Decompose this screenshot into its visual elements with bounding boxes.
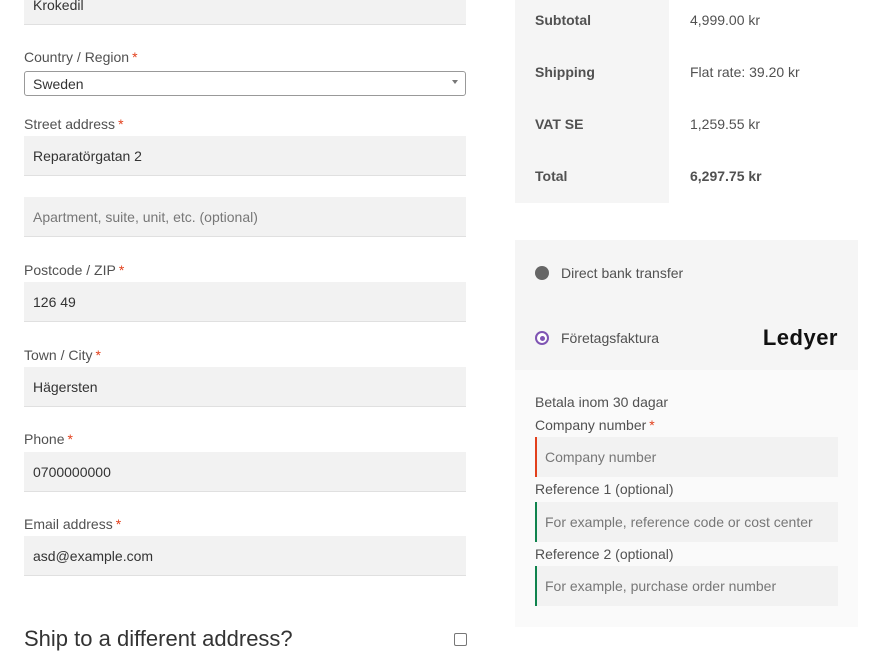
city-label: Town / City * bbox=[24, 347, 101, 363]
payment-description: Betala inom 30 dagar bbox=[535, 394, 669, 410]
subtotal-value: 4,999.00 kr bbox=[690, 12, 761, 28]
reference1-label: Reference 1 (optional) bbox=[535, 481, 674, 497]
country-value: Sweden bbox=[33, 75, 84, 92]
reference2-label: Reference 2 (optional) bbox=[535, 546, 674, 562]
company-number-label: Company number * bbox=[535, 417, 655, 433]
order-totals: Subtotal 4,999.00 kr Shipping Flat rate:… bbox=[515, 0, 858, 203]
apartment-placeholder: Apartment, suite, unit, etc. (optional) bbox=[33, 208, 258, 225]
company-number-input[interactable]: Company number bbox=[535, 437, 838, 477]
city-field[interactable]: Hägersten bbox=[24, 367, 466, 407]
apartment-field[interactable]: Apartment, suite, unit, etc. (optional) bbox=[24, 197, 466, 237]
subtotal-label: Subtotal bbox=[535, 12, 591, 28]
company-value: Krokedil bbox=[33, 0, 84, 13]
radio-selected-icon[interactable] bbox=[535, 331, 549, 345]
company-field[interactable]: Krokedil bbox=[24, 0, 466, 25]
email-field[interactable]: asd@example.com bbox=[24, 536, 466, 576]
reference2-input[interactable]: For example, purchase order number bbox=[535, 566, 838, 606]
email-value: asd@example.com bbox=[33, 547, 154, 564]
payment-method-invoice-label: Företagsfaktura bbox=[561, 330, 660, 346]
vat-label: VAT SE bbox=[535, 116, 584, 132]
postcode-value: 126 49 bbox=[33, 293, 76, 310]
email-label: Email address * bbox=[24, 516, 122, 532]
shipping-value: Flat rate: 39.20 kr bbox=[690, 64, 800, 80]
phone-field[interactable]: 0700000000 bbox=[24, 452, 466, 492]
total-value: 6,297.75 kr bbox=[690, 168, 762, 184]
city-value: Hägersten bbox=[33, 378, 98, 395]
ledyer-logo: Ledyer bbox=[762, 325, 838, 350]
total-label: Total bbox=[535, 168, 568, 184]
vat-value: 1,259.55 kr bbox=[690, 116, 761, 132]
phone-label: Phone * bbox=[24, 431, 73, 447]
required-mark: * bbox=[132, 49, 138, 65]
payment-methods: Direct bank transfer Företagsfaktura Led… bbox=[515, 240, 858, 627]
shipping-label: Shipping bbox=[535, 64, 595, 80]
payment-method-bank[interactable]: Direct bank transfer bbox=[535, 265, 683, 281]
street-value: Reparatörgatan 2 bbox=[33, 147, 142, 164]
street-label: Street address * bbox=[24, 116, 124, 132]
radio-unselected-icon[interactable] bbox=[535, 266, 549, 280]
chevron-down-icon bbox=[452, 80, 458, 84]
company-number-placeholder: Company number bbox=[545, 449, 657, 465]
postcode-field[interactable]: 126 49 bbox=[24, 282, 466, 322]
postcode-label: Postcode / ZIP * bbox=[24, 262, 125, 278]
payment-method-bank-label: Direct bank transfer bbox=[561, 265, 684, 281]
ship-different-checkbox[interactable] bbox=[454, 633, 467, 646]
phone-value: 0700000000 bbox=[33, 463, 111, 480]
payment-method-invoice[interactable]: Företagsfaktura bbox=[535, 330, 659, 346]
ship-different-heading: Ship to a different address? bbox=[24, 626, 293, 651]
country-label: Country / Region * bbox=[24, 49, 138, 65]
street-field[interactable]: Reparatörgatan 2 bbox=[24, 136, 466, 176]
reference1-placeholder: For example, reference code or cost cent… bbox=[545, 514, 813, 530]
reference2-placeholder: For example, purchase order number bbox=[545, 578, 777, 594]
reference1-input[interactable]: For example, reference code or cost cent… bbox=[535, 502, 838, 542]
country-select[interactable]: Sweden bbox=[24, 71, 466, 96]
payment-box: Betala inom 30 dagar Company number * Com… bbox=[515, 370, 858, 627]
